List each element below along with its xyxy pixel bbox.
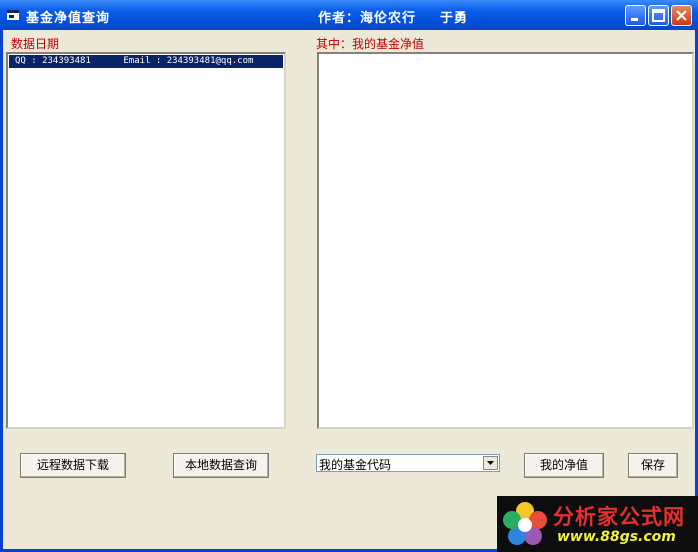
flower-logo-icon: [503, 502, 547, 545]
close-button[interactable]: [671, 5, 692, 26]
app-icon[interactable]: [6, 8, 20, 22]
save-button[interactable]: 保存: [628, 453, 678, 478]
fund-code-value: 我的基金代码: [319, 458, 392, 472]
title-bar[interactable]: 基金净值查询 作者：海伦农行 于勇: [0, 0, 698, 30]
author-name: 于勇: [440, 11, 469, 26]
chevron-down-icon: [487, 461, 494, 465]
fund-code-combo[interactable]: 我的基金代码: [316, 454, 500, 472]
list-item[interactable]: QQ : 234393481 Email : 234393481@qq.com: [9, 55, 283, 68]
minimize-icon: [631, 18, 638, 21]
my-nav-button[interactable]: 我的净值: [524, 453, 604, 478]
my-fund-nav-listbox[interactable]: [317, 52, 694, 429]
window-title: 基金净值查询: [26, 11, 111, 26]
data-date-listbox[interactable]: QQ : 234393481 Email : 234393481@qq.com: [6, 52, 286, 429]
maximize-button[interactable]: [648, 5, 669, 26]
maximize-icon: [652, 9, 665, 22]
author-label: 作者：海伦农行: [318, 11, 417, 26]
watermark-url: www.88gs.com: [557, 529, 676, 545]
list-item-text: QQ : 234393481 Email : 234393481@qq.com: [15, 56, 254, 66]
close-icon: [676, 10, 687, 21]
minimize-button[interactable]: [625, 5, 646, 26]
data-date-label: 数据日期: [11, 37, 60, 51]
watermark-name: 分析家公式网: [553, 505, 685, 529]
main-window: 基金净值查询 作者：海伦农行 于勇 数据日期 QQ : 234393481 Em…: [0, 0, 698, 552]
remote-download-button[interactable]: 远程数据下载: [20, 453, 126, 478]
combo-dropdown-button[interactable]: [483, 456, 498, 470]
watermark-logo: 分析家公式网 www.88gs.com: [497, 496, 698, 552]
local-query-button[interactable]: 本地数据查询: [173, 453, 269, 478]
my-fund-nav-label: 其中：我的基金净值: [316, 37, 425, 51]
